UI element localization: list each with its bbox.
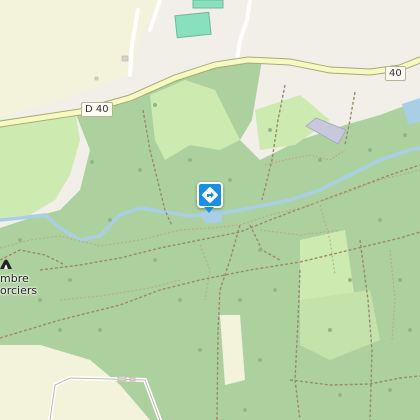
- road-label-d40: D 40: [81, 102, 113, 117]
- marker-pointer: [204, 207, 214, 213]
- cave-icon: [0, 259, 12, 269]
- road-label-text: 40: [389, 68, 402, 79]
- direction-sign-marker[interactable]: [197, 182, 223, 208]
- place-label-line2: orciers: [0, 284, 38, 297]
- direction-sign-icon: [202, 187, 218, 203]
- road-label-40: 40: [385, 66, 406, 81]
- place-label: mbre orciers: [0, 273, 37, 297]
- road-label-text: D 40: [85, 104, 109, 115]
- sports-pitch: [174, 11, 212, 39]
- sports-pitch-2: [192, 0, 224, 9]
- map-view[interactable]: D 40 40 mbre orciers: [0, 0, 420, 420]
